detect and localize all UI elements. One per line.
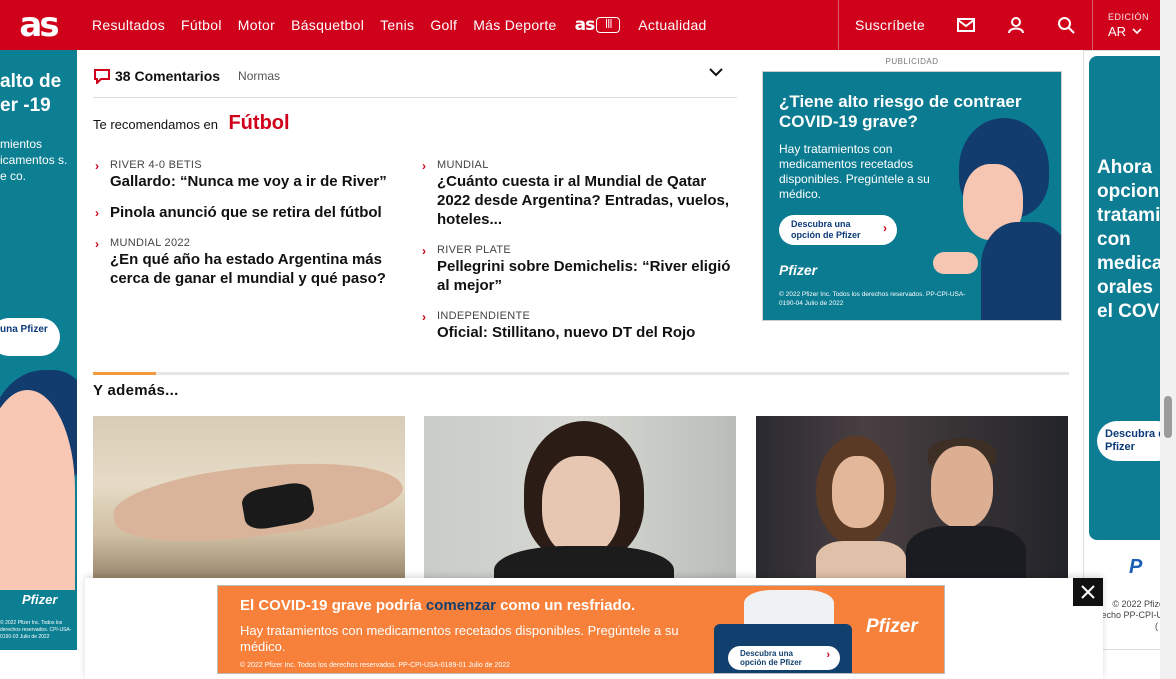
scrollbar-thumb[interactable] — [1164, 396, 1172, 438]
comments-norms-link[interactable]: Normas — [238, 69, 280, 83]
news-kicker: MUNDIAL 2022 — [110, 237, 191, 249]
related-article-image[interactable] — [424, 416, 736, 586]
edition-label: EDICIÓN — [1108, 12, 1150, 22]
audio-wave-icon: ||| — [596, 17, 621, 33]
right-ad-headline: Ahora opcion tratami con medica orales e… — [1089, 56, 1160, 540]
related-article-image[interactable] — [93, 416, 405, 586]
ad-body: Hay tratamientos con medicamentos receta… — [779, 142, 930, 201]
ad-illustration-body — [981, 222, 1061, 320]
related-article-image[interactable] — [756, 416, 1068, 586]
ad-legal: © 2022 Pfizer Inc. Todos los derechos re… — [779, 291, 966, 307]
news-kicker: RIVER PLATE — [437, 244, 512, 256]
chevron-right-icon: › — [422, 159, 426, 173]
news-title[interactable]: ¿En qué año ha estado Argentina más cerc… — [110, 250, 405, 288]
leaderboard-ad[interactable]: El COVID-19 grave podría comenzar como u… — [217, 585, 945, 674]
news-item[interactable]: › Pinola anunció que se retira del fútbo… — [95, 203, 405, 222]
news-column-right: › MUNDIAL ¿Cuánto cuesta ir al Mundial d… — [422, 158, 732, 356]
news-title[interactable]: Pellegrini sobre Demichelis: “River elig… — [437, 257, 732, 295]
ad-headline: ¿Tiene alto riesgo de contraer COVID-19 … — [779, 92, 1022, 131]
news-title[interactable]: Pinola anunció que se retira del fútbol — [110, 203, 405, 222]
top-navigation-bar: as Resultados Fútbol Motor Básquetbol Te… — [0, 0, 1160, 50]
advertising-label: PUBLICIDAD — [885, 57, 939, 66]
chevron-down-icon — [1132, 28, 1142, 35]
image-figure-face — [542, 456, 620, 556]
left-skyscraper-ad[interactable]: alto de er -19 mientos icamentos s. e co… — [0, 50, 77, 650]
bottom-ad-headline: El COVID-19 grave podría comenzar como u… — [240, 597, 636, 614]
nav-item-basquetbol[interactable]: Básquetbol — [283, 17, 372, 33]
edition-selector[interactable]: EDICIÓN AR — [1092, 0, 1160, 50]
search-icon[interactable] — [1041, 0, 1091, 50]
nav-item-resultados[interactable]: Resultados — [76, 17, 173, 33]
ad-cta-button[interactable]: Descubra una opción de Pfizer › — [779, 215, 897, 245]
bottom-ad-legal: © 2022 Pfizer Inc. Todos los derechos re… — [240, 662, 511, 669]
bottom-ad-cta-button[interactable]: Descubra una opción de Pfizer › — [728, 646, 840, 670]
chevron-right-icon: › — [95, 206, 99, 220]
news-item[interactable]: › RIVER 4-0 BETIS Gallardo: “Nunca me vo… — [95, 158, 405, 191]
recommend-heading: Te recomendamos en Fútbol — [93, 112, 290, 135]
edition-value: AR — [1108, 24, 1160, 39]
image-figure-face — [931, 446, 993, 528]
pfizer-logo: Pfizer — [22, 592, 58, 607]
edition-code: AR — [1108, 24, 1127, 39]
comments-count[interactable]: 38 Comentarios — [115, 68, 220, 84]
news-item[interactable]: › RIVER PLATE Pellegrini sobre Demicheli… — [422, 243, 732, 295]
ad-cta-label: Descubra una opción de Pfizer — [791, 219, 861, 240]
recommend-lead: Te recomendamos en — [93, 117, 219, 132]
nav-item-futbol[interactable]: Fútbol — [173, 17, 230, 33]
news-item[interactable]: › INDEPENDIENTE Oficial: Stillitano, nue… — [422, 309, 732, 342]
right-skyscraper-ad[interactable]: Ahora opcion tratami con medica orales e… — [1083, 50, 1161, 650]
bottom-ad-cta-label: Descubra una opción de Pfizer — [740, 649, 802, 667]
rectangle-ad[interactable]: ¿Tiene alto riesgo de contraer COVID-19 … — [762, 71, 1062, 321]
chevron-right-icon: › — [422, 244, 426, 258]
image-figure-face — [832, 456, 884, 528]
chevron-down-icon[interactable] — [709, 68, 723, 77]
nav-item-golf[interactable]: Golf — [422, 17, 465, 33]
header-actions: Suscríbete — [838, 0, 1091, 50]
pfizer-logo: Pfizer — [866, 616, 918, 637]
section-divider — [93, 372, 1069, 375]
as-logo[interactable]: as — [0, 0, 76, 50]
recommend-category-link[interactable]: Fútbol — [228, 112, 289, 134]
chevron-right-icon: › — [826, 649, 830, 661]
left-ad-body: mientos icamentos s. e co. — [0, 137, 68, 183]
news-title[interactable]: Gallardo: “Nunca me voy a ir de River” — [110, 172, 405, 191]
image-figure-suit — [906, 526, 1026, 586]
ademas-heading: Y además... — [93, 382, 179, 399]
pfizer-logo: Pfizer — [779, 262, 818, 278]
pfizer-logo: P — [1129, 556, 1143, 578]
as-play-text: as — [574, 15, 596, 35]
left-ad-button[interactable]: una Pfizer — [0, 318, 60, 356]
news-title[interactable]: Oficial: Stillitano, nuevo DT del Rojo — [437, 323, 732, 342]
news-title[interactable]: ¿Cuánto cuesta ir al Mundial de Qatar 20… — [437, 172, 732, 229]
close-ad-button[interactable] — [1073, 578, 1103, 606]
news-kicker: RIVER 4-0 BETIS — [110, 159, 202, 171]
bottom-ad-body: Hay tratamientos con medicamentos receta… — [240, 623, 679, 654]
nav-item-tenis[interactable]: Tenis — [372, 17, 422, 33]
page-scrollbar[interactable] — [1160, 0, 1176, 679]
comments-bar[interactable]: 38 Comentarios Normas — [93, 54, 737, 98]
nav-item-actualidad[interactable]: Actualidad — [630, 17, 714, 33]
right-ad-button[interactable]: Descubra de Pfizer — [1097, 421, 1160, 461]
subscribe-link[interactable]: Suscríbete — [839, 17, 941, 33]
chevron-right-icon: › — [95, 237, 99, 251]
left-ad-legal: © 2022 Pfizer Inc. Todos los derechos re… — [0, 620, 72, 640]
comment-icon — [94, 68, 110, 84]
as-play-link[interactable]: as ||| — [565, 15, 631, 35]
news-item[interactable]: › MUNDIAL ¿Cuánto cuesta ir al Mundial d… — [422, 158, 732, 229]
news-item[interactable]: › MUNDIAL 2022 ¿En qué año ha estado Arg… — [95, 236, 405, 288]
nav-item-mas-deporte[interactable]: Más Deporte — [465, 17, 564, 33]
chevron-right-icon: › — [883, 221, 887, 235]
user-icon[interactable] — [991, 0, 1041, 50]
news-kicker: INDEPENDIENTE — [437, 310, 531, 322]
mail-icon[interactable] — [941, 0, 991, 50]
ad-illustration-hand — [933, 252, 978, 274]
close-icon — [1081, 585, 1095, 599]
left-ad-headline: alto de er -19 — [0, 71, 62, 116]
main-nav: Resultados Fútbol Motor Básquetbol Tenis… — [76, 0, 715, 50]
news-kicker: MUNDIAL — [437, 159, 489, 171]
chevron-right-icon: › — [422, 310, 426, 324]
nav-item-motor[interactable]: Motor — [230, 17, 283, 33]
news-column-left: › RIVER 4-0 BETIS Gallardo: “Nunca me vo… — [95, 158, 405, 302]
chevron-right-icon: › — [95, 159, 99, 173]
